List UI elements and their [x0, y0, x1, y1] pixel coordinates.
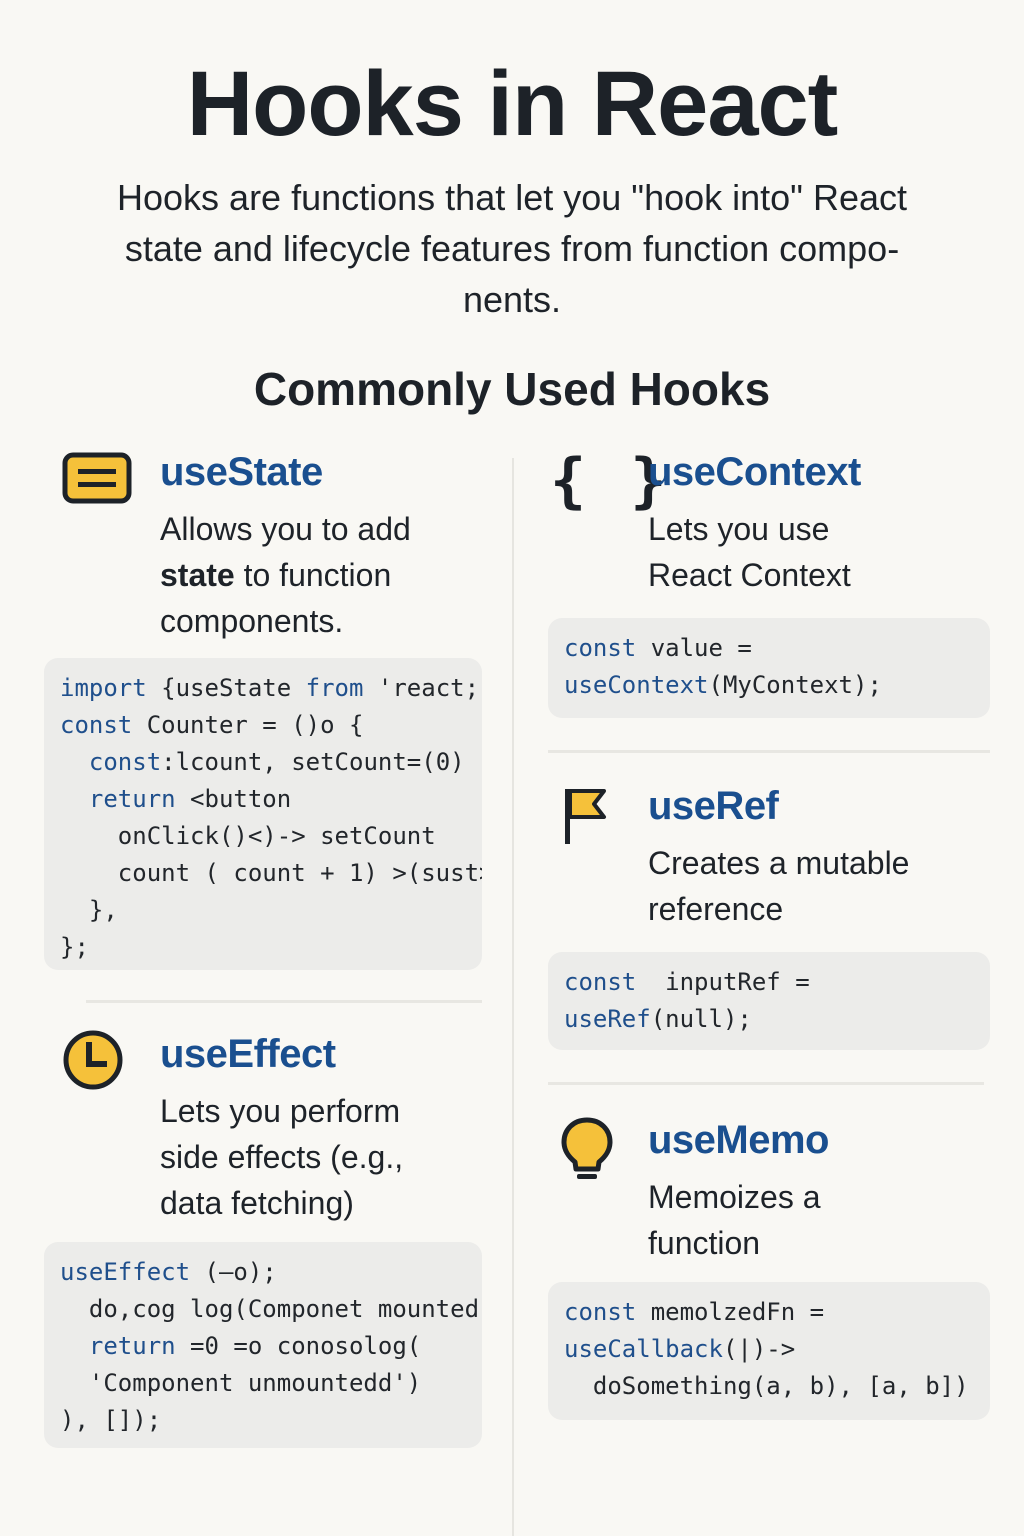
code-text: ), []);: [60, 1406, 162, 1434]
code-line: const memolzedFn =: [564, 1294, 974, 1331]
code-text: memolzedFn =: [636, 1298, 825, 1326]
code-text: inputRef =: [636, 968, 810, 996]
code-block-usestate: import {useState from 'react; const Count…: [44, 658, 482, 970]
code-keyword: useRef: [564, 1005, 651, 1033]
code-line: useCallback(|)->: [564, 1331, 974, 1368]
divider-right-1: [548, 750, 990, 753]
code-text: onClick()<)-> setCount: [60, 822, 436, 850]
code-line: return <button: [60, 781, 466, 818]
code-line: const inputRef =: [564, 964, 974, 1001]
code-line: ), []);: [60, 1402, 466, 1439]
hook-desc-usestate: Allows you to add state to function comp…: [160, 506, 480, 644]
code-keyword: return: [88, 1332, 176, 1360]
card-icon: [62, 452, 134, 511]
hook-desc-usememo: Memoizes a function: [648, 1179, 821, 1261]
code-text: doSomething(a, b), [a, b]): [564, 1372, 969, 1400]
code-text: };: [60, 933, 89, 961]
code-block-useeffect: useEffect (–o); do,cog log(Componet moun…: [44, 1242, 482, 1448]
code-line: do,cog log(Componet mounted'): [60, 1291, 482, 1328]
desc-bold: state: [160, 557, 235, 593]
code-keyword: const: [564, 968, 637, 996]
page: Hooks in React Hooks are functions that …: [0, 0, 1024, 1536]
code-block-usememo: const memolzedFn = useCallback(|)-> doSom…: [548, 1282, 990, 1420]
code-keyword: const: [88, 748, 162, 776]
hook-desc-useref: Creates a mutable reference: [648, 845, 910, 927]
hook-desc-useeffect: Lets you perform side effects (e.g., dat…: [160, 1093, 404, 1221]
code-text: (null);: [650, 1005, 752, 1033]
code-line: useEffect (–o);: [60, 1254, 466, 1291]
divider-right-2: [548, 1082, 984, 1085]
code-text: count ( count + 1) >(sust>n;: [60, 859, 482, 887]
hook-name-useeffect: useEffect: [160, 1032, 336, 1076]
code-text: 'Component unmountedd'): [60, 1369, 422, 1397]
code-text: (–o);: [190, 1258, 277, 1286]
code-text: do,cog log(Componet mounted'): [60, 1295, 482, 1323]
code-line: return =0 =o conosolog(: [60, 1328, 466, 1365]
code-keyword: import: [60, 674, 147, 702]
code-keyword: const: [60, 711, 133, 739]
desc-text: Allows you to add: [160, 511, 411, 547]
code-keyword: useEffect: [60, 1258, 191, 1286]
code-keyword: const: [564, 634, 637, 662]
hook-name-usecontext: useContext: [648, 450, 861, 494]
code-line: };: [60, 929, 466, 966]
code-line: const:lcount, setCount=(0): [60, 744, 466, 781]
hook-name-useref: useRef: [648, 784, 779, 828]
column-divider: [512, 458, 514, 1536]
code-text: =0 =o conosolog(: [175, 1332, 422, 1360]
code-line: useRef(null);: [564, 1001, 974, 1038]
code-line: const Counter = ()o {: [60, 707, 466, 744]
clock-icon: [62, 1030, 126, 1099]
code-line: const value =: [564, 630, 974, 667]
code-keyword: useCallback: [564, 1335, 723, 1363]
code-line: onClick()<)-> setCount: [60, 818, 466, 855]
code-text: value =: [636, 634, 752, 662]
code-line: import {useState from 'react;: [60, 670, 479, 707]
hook-name-usememo: useMemo: [648, 1118, 830, 1162]
code-line: 'Component unmountedd'): [60, 1365, 466, 1402]
code-block-usecontext: const value = useContext(MyContext);: [548, 618, 990, 718]
code-text: :lcount, setCount=(0): [161, 748, 465, 776]
hook-name-usestate: useState: [160, 450, 323, 494]
code-text: 'react;: [363, 674, 480, 702]
code-keyword: useContext: [564, 671, 709, 699]
lightbulb-icon: [560, 1116, 614, 1191]
code-text: },: [60, 896, 118, 924]
code-line: count ( count + 1) >(sust>n;: [60, 855, 482, 892]
code-line: useContext(MyContext);: [564, 667, 974, 704]
code-line: },: [60, 892, 466, 929]
code-block-useref: const inputRef = useRef(null);: [548, 952, 990, 1050]
flag-icon: [562, 786, 612, 851]
code-text: <button: [175, 785, 292, 813]
divider-left-1: [86, 1000, 482, 1003]
hook-desc-usecontext: Lets you use React Context: [648, 511, 851, 593]
section-title: Commonly Used Hooks: [253, 363, 771, 415]
code-keyword: from: [305, 674, 364, 702]
code-keyword: return: [88, 785, 176, 813]
code-text: (MyContext);: [708, 671, 882, 699]
code-line: doSomething(a, b), [a, b]): [564, 1368, 974, 1405]
intro-paragraph: Hooks are functions that let you "hook i…: [117, 177, 907, 320]
code-text: Counter = ()o {: [132, 711, 364, 739]
code-keyword: const: [564, 1298, 637, 1326]
page-title: Hooks in React: [186, 53, 839, 155]
code-text: (|)->: [722, 1335, 796, 1363]
code-text: {useState: [146, 674, 306, 702]
